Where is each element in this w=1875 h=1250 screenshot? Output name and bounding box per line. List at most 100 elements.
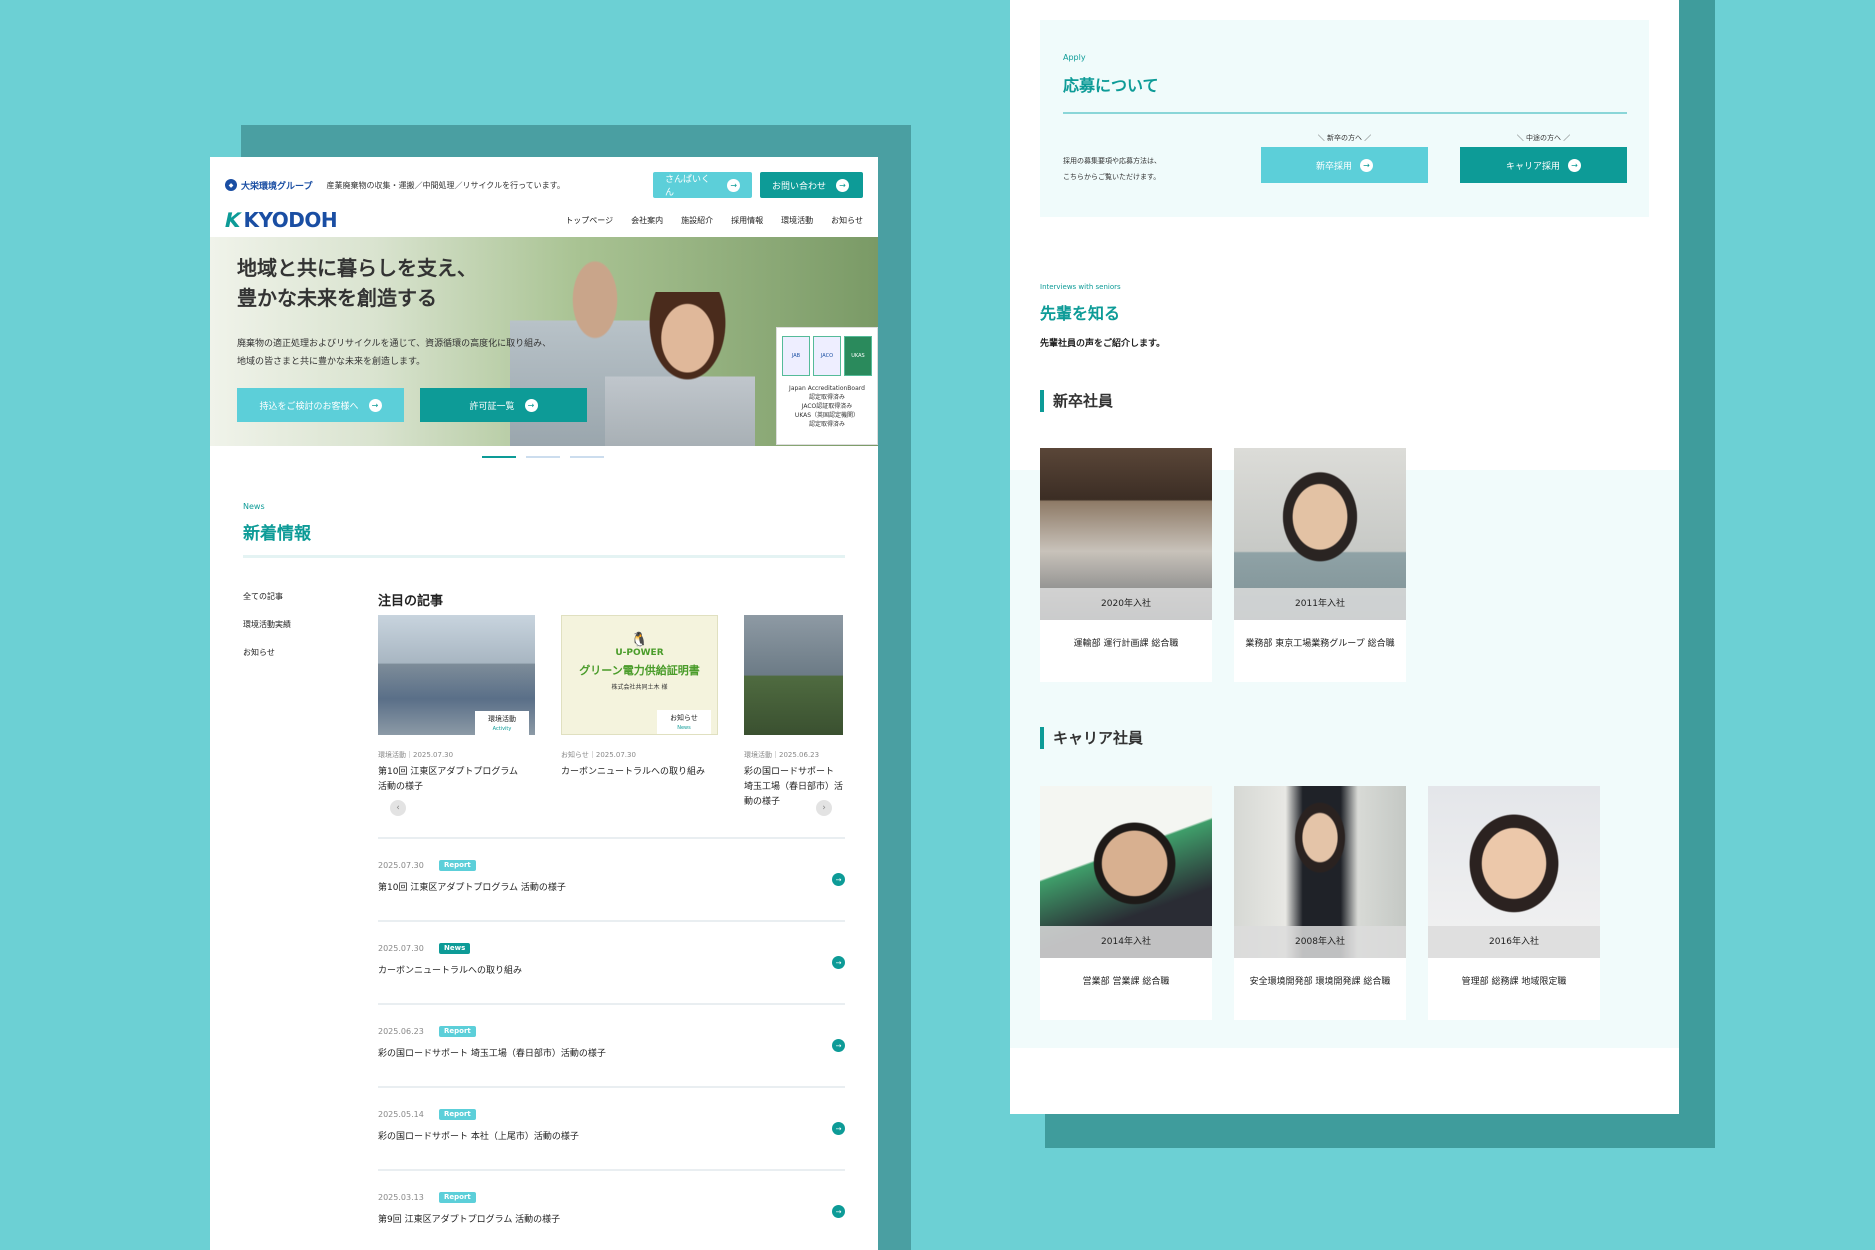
jaco-logo-text: JACO — [820, 353, 834, 359]
card-photo — [744, 615, 843, 735]
featured-card[interactable]: 🐧 U-POWER グリーン電力供給証明書 株式会社共同土木 様 お知らせ New… — [561, 615, 718, 735]
apply-section: Apply 応募について 採用の募集要項や応募方法は、 こちらからご覧いただけま… — [1040, 20, 1649, 217]
sanpai-button-label: さんぱいくん — [665, 175, 711, 198]
permits-button-label: 許可証一覧 — [469, 401, 515, 412]
employee-card[interactable]: 2016年入社 管理部 総務課 地域限定職 — [1428, 786, 1600, 1020]
career-button-label: キャリア採用 — [1505, 161, 1560, 172]
hero-text-line2: 地域の皆さまと共に豊かな未来を創造します。 — [237, 357, 426, 367]
apply-label: Apply — [1063, 53, 1086, 62]
card-photo: 🐧 U-POWER グリーン電力供給証明書 株式会社共同土木 様 お知らせ New… — [561, 615, 718, 735]
news-badge: Report — [439, 860, 476, 871]
employee-year: 2014年入社 — [1040, 926, 1212, 958]
carousel-next-icon[interactable]: › — [816, 800, 832, 816]
employee-year: 2011年入社 — [1234, 588, 1406, 620]
card-tag-label: 環境活動 — [488, 715, 516, 723]
career-recruit-button[interactable]: キャリア採用 → — [1460, 147, 1627, 183]
news-date: 2025.05.14 — [378, 1110, 424, 1119]
jab-logo-text: JAB — [791, 353, 801, 359]
new-grad-heading: 新卒社員 — [1040, 390, 1113, 412]
arrow-right-icon: → — [727, 178, 740, 192]
sanpai-button[interactable]: さんぱいくん → — [653, 172, 752, 198]
arrow-right-icon: → — [836, 178, 850, 192]
arrow-right-icon: → — [1568, 158, 1581, 172]
new-grad-recruit-button[interactable]: 新卒採用 → — [1261, 147, 1428, 183]
nav-item-recruit[interactable]: 採用情報 — [731, 215, 763, 226]
carousel-prev-icon[interactable]: ‹ — [390, 800, 406, 816]
news-title-text: 第10回 江東区アダプトプログラム 活動の様子 — [378, 883, 566, 893]
hero-heading-line1: 地域と共に暮らしを支え、 — [237, 256, 477, 280]
nav-item-environment[interactable]: 環境活動 — [781, 215, 813, 226]
card-tag-en: Activity — [492, 726, 512, 732]
divider — [243, 555, 845, 558]
jaco-logo-icon: JACO — [813, 336, 841, 376]
card-tag: お知らせ News — [657, 710, 711, 734]
nav-item-news[interactable]: お知らせ — [831, 215, 863, 226]
employee-card[interactable]: 2011年入社 業務部 東京工場業務グループ 総合職 — [1234, 448, 1406, 682]
hero-photo-woman — [605, 292, 755, 446]
news-date: 2025.07.30 — [378, 944, 424, 953]
cert-line: Japan AccreditationBoard — [789, 385, 865, 392]
penguin-icon: 🐧 — [630, 632, 649, 648]
employee-card[interactable]: 2014年入社 営業部 営業課 総合職 — [1040, 786, 1212, 1020]
ukas-logo-text: UKAS — [851, 353, 865, 359]
employee-year: 2020年入社 — [1040, 588, 1212, 620]
recruit-page-mockup: Apply 応募について 採用の募集要項や応募方法は、 こちらからご覧いただけま… — [1010, 0, 1679, 1114]
featured-carousel: 環境活動 Activity 🐧 U-POWER グリーン電力供給証明書 株式会社共… — [378, 615, 843, 745]
slider-dot[interactable] — [570, 456, 604, 458]
main-header: K KYODOH トップページ 会社案内 施設紹介 採用情報 環境活動 お知らせ — [222, 205, 863, 235]
news-row[interactable]: 2025.05.14 Report 彩の国ロードサポート 本社（上尾市）活動の様… — [378, 1086, 845, 1169]
featured-heading: 注目の記事 — [378, 594, 444, 609]
hero-heading-line2: 豊かな未来を創造する — [237, 286, 437, 310]
slider-pagination — [482, 456, 604, 458]
nav-item-top[interactable]: トップページ — [565, 215, 613, 226]
employee-photo: 2011年入社 — [1234, 448, 1406, 620]
brand-name: KYODOH — [243, 208, 338, 232]
news-row[interactable]: 2025.03.13 Report 第9回 江東区アダプトプログラム 活動の様子… — [378, 1169, 845, 1250]
nav-item-facilities[interactable]: 施設紹介 — [681, 215, 713, 226]
arrow-right-icon: → — [832, 1122, 845, 1135]
nav-item-company[interactable]: 会社案内 — [631, 215, 663, 226]
employee-role: 運輸部 運行計画課 総合職 — [1073, 639, 1179, 649]
group-logo-text: 大栄環境グループ — [241, 181, 313, 192]
employee-photo: 2020年入社 — [1040, 448, 1212, 620]
arrow-right-icon: → — [832, 956, 845, 969]
category-all[interactable]: 全ての記事 — [243, 591, 291, 602]
employee-photo: 2008年入社 — [1234, 786, 1406, 958]
kyodoh-logo-icon: K — [222, 208, 244, 232]
news-badge: Report — [439, 1109, 476, 1120]
news-row[interactable]: 2025.06.23 Report 彩の国ロードサポート 埼玉工場（春日部市）活… — [378, 1003, 845, 1086]
card-img-title: グリーン電力供給証明書 — [579, 664, 700, 677]
card-tag: 環境活動 Activity — [475, 711, 529, 735]
slider-dot[interactable] — [526, 456, 560, 458]
employee-role: 業務部 東京工場業務グループ 総合職 — [1245, 639, 1395, 649]
interviews-label: Interviews with seniors — [1040, 283, 1121, 291]
hero-text-line1: 廃棄物の適正処理およびリサイクルを通じて、資源循環の高度化に取り組み、 — [237, 339, 552, 349]
category-environment[interactable]: 環境活動実績 — [243, 619, 291, 630]
permits-button[interactable]: 許可証一覧 → — [420, 388, 587, 422]
arrow-right-icon: → — [524, 398, 538, 412]
category-notice[interactable]: お知らせ — [243, 647, 291, 658]
group-logo[interactable]: ◆ 大栄環境グループ — [225, 179, 312, 192]
contact-button[interactable]: お問い合わせ → — [760, 172, 863, 198]
employee-card[interactable]: 2008年入社 安全環境開発部 環境開発課 総合職 — [1234, 786, 1406, 1020]
cert-line: UKAS（英国認定機関） — [794, 412, 860, 419]
ukas-logo-icon: UKAS — [844, 336, 872, 376]
new-grad-label: ＼ 新卒の方へ ／ — [1317, 134, 1372, 142]
news-row[interactable]: 2025.07.30 Report 第10回 江東区アダプトプログラム 活動の様… — [378, 837, 845, 920]
slider-dot-active[interactable] — [482, 456, 516, 458]
carry-in-button[interactable]: 持込をご検討のお客様へ → — [237, 388, 404, 422]
news-category-menu: 全ての記事 環境活動実績 お知らせ — [243, 591, 291, 675]
card-title[interactable]: カーボンニュートラルへの取り組み — [561, 765, 711, 780]
card-title[interactable]: 第10回 江東区アダプトプログラム 活動の様子 — [378, 765, 528, 795]
jab-logo-icon: JAB — [782, 336, 810, 376]
news-title: 新着情報 — [243, 524, 311, 544]
featured-card[interactable]: 環境活動 Activity — [378, 615, 535, 735]
news-badge: News — [439, 943, 471, 954]
employee-card[interactable]: 2020年入社 運輸部 運行計画課 総合職 — [1040, 448, 1212, 682]
arrow-right-icon: → — [832, 1205, 845, 1218]
news-row[interactable]: 2025.07.30 News カーボンニュートラルへの取り組み → — [378, 920, 845, 1003]
certification-badge: JAB JACO UKAS Japan AccreditationBoard 認… — [776, 327, 878, 445]
kyodoh-logo[interactable]: K KYODOH — [222, 208, 338, 232]
global-nav: トップページ 会社案内 施設紹介 採用情報 環境活動 お知らせ — [565, 215, 863, 226]
featured-card[interactable] — [744, 615, 843, 735]
